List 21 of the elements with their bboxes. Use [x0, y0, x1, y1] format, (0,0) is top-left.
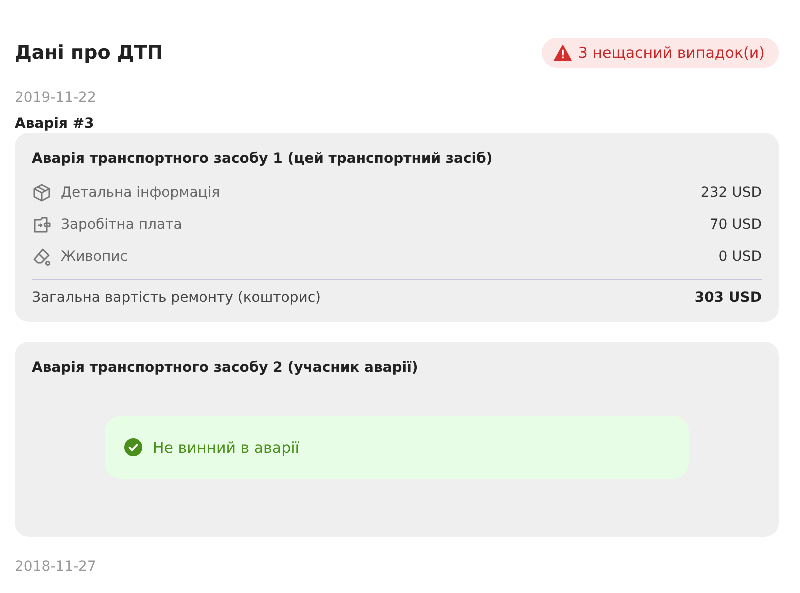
- total-amount: 303 USD: [694, 290, 762, 306]
- total-label: Загальна вартість ремонту (кошторис): [32, 290, 322, 306]
- cost-label: Живопис: [61, 249, 129, 265]
- section-title: Дані про ДТП: [15, 42, 164, 64]
- accident-count-badge: 3 нещасний випадок(и): [542, 38, 779, 68]
- cost-label: Детальна інформація: [61, 185, 222, 201]
- cost-amount: 70 USD: [710, 217, 762, 233]
- vehicle-title: Аварія транспортного засобу 1 (цей транспортний засіб): [32, 151, 494, 167]
- vehicle-title: Аварія транспортного засобу 2 (учасник аварії): [32, 360, 420, 376]
- verdict-text: Не винний в аварії: [153, 438, 300, 456]
- cost-amount: 0 USD: [718, 249, 762, 265]
- cost-label: Заробітна плата: [61, 217, 184, 233]
- check-icon: [124, 438, 143, 457]
- accident-date: 2018-11-27: [15, 559, 98, 575]
- box-icon: [32, 183, 52, 203]
- cost-amount: 232 USD: [700, 185, 762, 201]
- wallet-icon: [32, 215, 52, 235]
- eraser-icon: [32, 247, 52, 267]
- accident-name: Аварія #3: [15, 116, 96, 132]
- warning-icon: [554, 45, 572, 61]
- accident-date: 2019-11-22: [15, 90, 98, 106]
